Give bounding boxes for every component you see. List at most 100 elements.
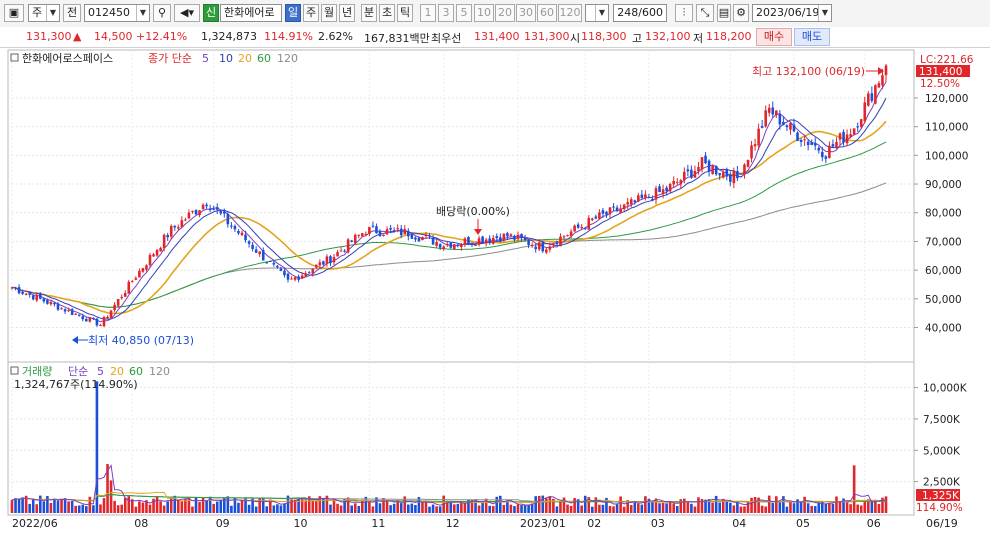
candle-body [789,122,792,130]
stock-chart[interactable]: 한화에어로스페이스 종가 단순 5 10 20 60 120 최고 132,10… [0,47,990,539]
interval-3[interactable]: 3 [438,4,454,22]
legend-ma120: 120 [277,52,298,65]
gear-icon[interactable]: ⚙ [733,4,749,22]
legend-ma60: 60 [257,52,271,65]
period-type-select[interactable]: 주 ▼ [28,4,60,22]
volume-bar [580,505,583,513]
save-icon[interactable]: ▤ [717,4,731,22]
toolbar: ▣ 주 ▼ 전 012450 ▼ ⚲ ◀▾ 신 한화에어로 일 주 월 년 분 … [0,0,990,28]
interval-60[interactable]: 60 [537,4,557,22]
volume-bar [95,381,99,513]
layout-icon[interactable]: ▣ [4,4,24,22]
volume-bar [651,501,654,513]
interval-30[interactable]: 30 [516,4,536,22]
candle-body [516,234,520,239]
interval-5[interactable]: 5 [456,4,472,22]
tab-month[interactable]: 월 [321,4,337,22]
tab-minute[interactable]: 분 [361,4,377,22]
candle-body [375,226,378,234]
candle-body [223,211,226,214]
high-price: 132,100 [645,30,691,43]
volume-bar [870,501,874,513]
buy-button[interactable]: 매수 [756,28,792,46]
candle-body [499,237,502,242]
candle-body [870,93,874,101]
volume-axis: 10,000K 7,500K 5,000K 2,500K 1,325K 114.90% [914,383,968,514]
x-axis-label: 03 [651,517,665,530]
volume-bar [750,497,753,513]
interval-custom-select[interactable]: ▼ [585,4,609,22]
stock-code-input[interactable]: 012450 ▼ [84,4,150,22]
volume-bar [272,505,276,513]
stock-name-field[interactable]: 한화에어로 [220,4,282,22]
x-axis-label: 06 [867,517,881,530]
volume-bar [789,501,792,513]
x-axis-label: 08 [134,517,148,530]
candle-body [601,210,605,214]
candle-body [665,187,668,192]
volume-bar [339,505,343,513]
volume-bar [56,500,60,513]
candle-body [693,170,697,178]
tab-week[interactable]: 주 [303,4,319,22]
x-axis-label: 11 [371,517,385,530]
interval-20[interactable]: 20 [495,4,515,22]
candle-body [523,238,527,241]
volume-bar [672,503,675,513]
volume-bar [350,505,353,513]
last-price-tag-text: 131,400 [919,66,962,78]
price-change: 14,500 [94,30,133,43]
volume-bar [736,501,739,513]
tab-tick[interactable]: 틱 [397,4,413,22]
volume-bar [81,504,85,513]
volume-bar [92,505,95,513]
candle-body [697,166,700,172]
volume-bar [644,496,647,513]
tab-second[interactable]: 초 [379,4,395,22]
tab-day[interactable]: 일 [285,4,301,22]
candle-body [304,273,307,277]
volume-bar [817,502,821,513]
data-count-field[interactable]: 248/600 [613,4,667,22]
volume-bar [884,496,888,513]
candle-body [842,131,845,143]
candle-body [56,303,60,310]
volume-bar [28,503,31,513]
draw-tool-icon[interactable]: ⤡ [696,4,714,22]
period-type-value: 주 [32,6,43,19]
candle-body [651,198,654,201]
interval-10[interactable]: 10 [474,4,494,22]
tab-year[interactable]: 년 [339,4,355,22]
candle-body [382,234,385,237]
candle-body [449,242,453,248]
candle-body [166,234,169,238]
interval-120[interactable]: 120 [558,4,582,22]
volume-bar [162,505,166,513]
candle-body [116,299,120,306]
candle-body [339,250,343,252]
candle-body [743,164,746,175]
price-tick-label: 70,000 [925,236,962,248]
speaker-icon[interactable]: ◀▾ [174,4,200,22]
candle-body [81,316,85,320]
volume-bar [116,505,120,513]
volume-bar [35,504,39,513]
candle-body [424,235,428,237]
trade-value: 167,831백만 [364,32,430,45]
candle-body [594,216,598,219]
candle-type-icon[interactable]: ⫶ [675,4,693,22]
volume-bar [428,506,431,513]
candle-body [470,242,474,244]
sell-button[interactable]: 매도 [794,28,830,46]
volume-bar [138,501,141,513]
prev-button[interactable]: 전 [63,4,81,22]
volume-bar [665,503,668,513]
date-field[interactable]: 2023/06/19 ▼ [752,4,832,22]
search-icon[interactable]: ⚲ [153,4,171,22]
volume-bar [385,500,389,513]
volume-pane[interactable] [7,361,915,516]
candle-body [587,217,591,230]
price-change-pct: +12.41% [136,30,188,43]
interval-1[interactable]: 1 [420,4,436,22]
x-axis-label: 2023/01 [520,517,566,530]
